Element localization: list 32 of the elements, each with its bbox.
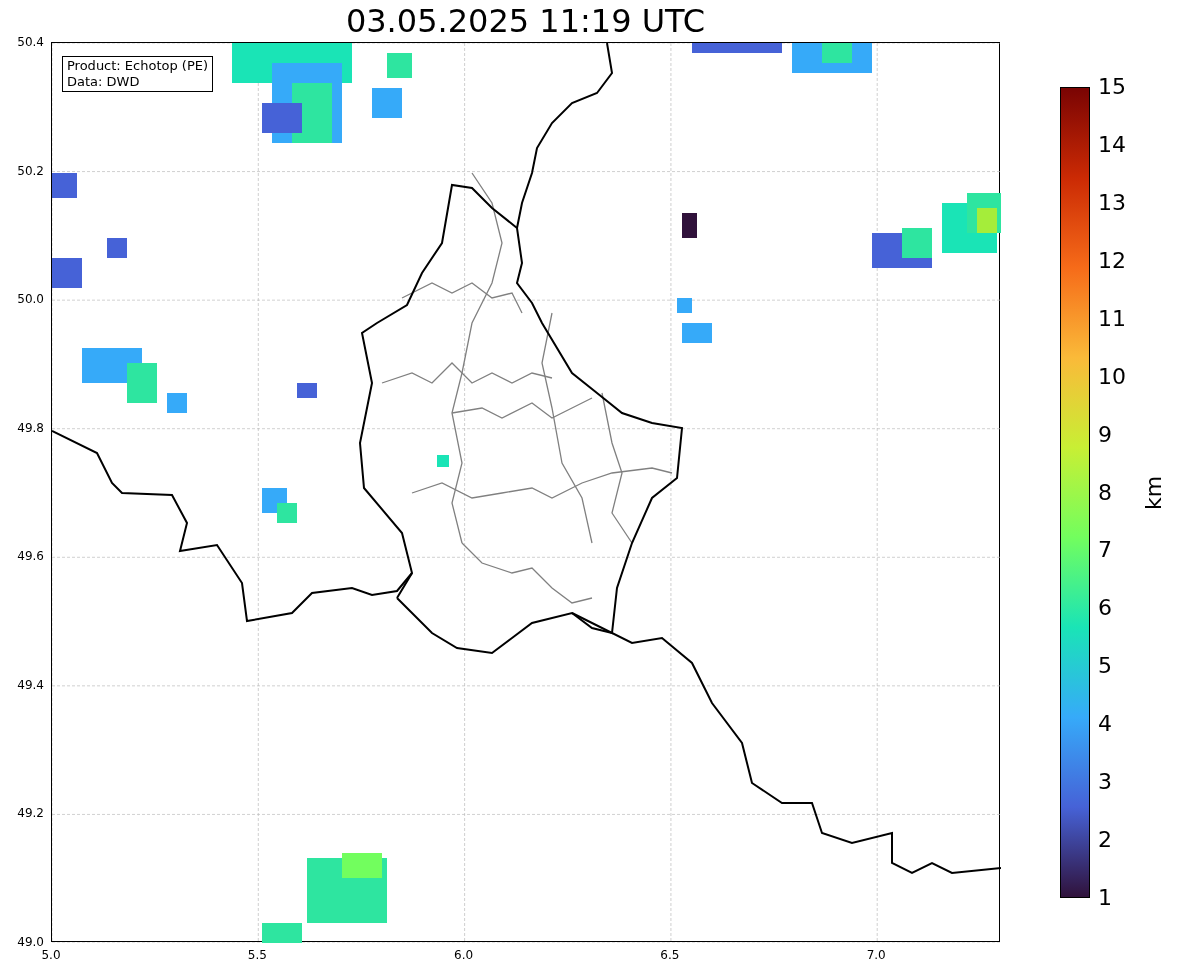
legend-text: Product: Echotop (PE) — [67, 58, 209, 74]
colorbar-tick-label: 5 — [1098, 655, 1112, 678]
y-tick-label: 49.4 — [17, 678, 44, 691]
colorbar-tick-label: 8 — [1098, 481, 1112, 504]
x-tick-label: 7.0 — [866, 949, 886, 961]
colorbar-tick-label: 4 — [1098, 713, 1112, 736]
colorbar-tick-label: 2 — [1098, 829, 1112, 852]
x-tick-label: 5.0 — [41, 949, 61, 961]
colorbar-tick-label: 14 — [1098, 133, 1126, 156]
colorbar-tick-label: 9 — [1098, 423, 1112, 446]
colorbar-tick-label: 7 — [1098, 539, 1112, 562]
colorbar-tick-label: 10 — [1098, 365, 1126, 388]
x-tick-label: 6.0 — [454, 949, 474, 961]
y-tick-label: 49.0 — [17, 936, 44, 948]
colorbar-tick-label: 15 — [1098, 76, 1126, 98]
colorbar-tick-label: 12 — [1098, 249, 1126, 272]
y-tick-label: 49.8 — [17, 421, 44, 434]
y-tick-label: 50.2 — [17, 164, 44, 177]
x-tick-label: 5.5 — [247, 949, 267, 961]
colorbar-tick-label: 1 — [1098, 887, 1112, 909]
colorbar-tick-label: 6 — [1098, 597, 1112, 620]
y-tick-label: 50.4 — [17, 36, 44, 48]
chart-title: 03.05.2025 11:19 UTC — [345, 5, 706, 37]
colorbar-label: km — [1143, 475, 1165, 510]
y-tick-label: 49.2 — [17, 807, 44, 820]
y-tick-label: 49.6 — [17, 550, 44, 563]
colorbar-tick-label: 3 — [1098, 771, 1112, 794]
colorbar-tick-label: 13 — [1098, 191, 1126, 214]
x-tick-label: 6.5 — [660, 949, 680, 961]
y-tick-label: 50.0 — [17, 293, 44, 306]
legend-text: Data: DWD — [67, 74, 141, 90]
colorbar-tick-label: 11 — [1098, 307, 1126, 330]
